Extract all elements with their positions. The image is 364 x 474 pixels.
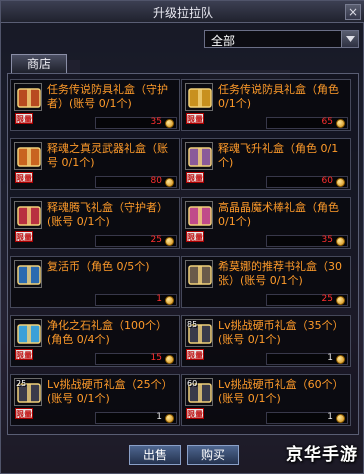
price-bar: 1 [266,412,348,424]
price-bar: 80 [95,176,177,188]
coin-icon [336,237,345,246]
window-title: 升级拉拉队 [152,6,213,20]
item-price: 25 [150,235,162,245]
item-icon [185,260,213,288]
item-price: 35 [321,235,333,245]
item-icon [14,83,42,111]
shop-item[interactable]: 60 限量 Lv挑战硬币礼盒（60个）(账号 0/1个) 1 [181,374,351,426]
item-price: 1 [156,412,162,422]
coin-icon [336,355,345,364]
coin-icon [165,237,174,246]
item-stack-count: 25 [16,379,27,388]
buy-button[interactable]: 购买 [187,445,239,465]
close-button[interactable]: × [345,4,361,20]
shop-item[interactable]: 限量 任务传说防具礼盒（角色 0/1个) 65 [181,79,351,131]
tab-shop[interactable]: 商店 [11,54,67,74]
item-icon [185,142,213,170]
limited-badge: 限量 [15,113,33,124]
limited-badge: 限量 [186,113,204,124]
coin-icon [165,414,174,423]
shop-item[interactable]: 希莫娜的推荐书礼盒（30张）(账号 0/1个) 25 [181,256,351,308]
item-price: 15 [150,353,162,363]
price-bar: 60 [266,176,348,188]
site-watermark: 京华手游 [286,445,358,465]
sell-button[interactable]: 出售 [129,445,181,465]
item-price: 1 [156,294,162,304]
item-name: Lv挑战硬币礼盒（35个）(账号 0/1个) [218,319,344,346]
price-bar: 35 [266,235,348,247]
price-bar: 25 [266,294,348,306]
chevron-down-icon[interactable] [341,31,358,47]
coin-icon [336,296,345,305]
item-name: 释魂飞升礼盒（角色 0/1个) [218,142,339,169]
item-icon [14,319,42,347]
item-icon [185,83,213,111]
title-bar[interactable]: 升级拉拉队 × [1,1,364,23]
limited-badge: 限量 [186,349,204,360]
coin-icon [336,178,345,187]
item-name: 希莫娜的推荐书礼盒（30张）(账号 0/1个) [218,260,342,287]
price-bar: 15 [95,353,177,365]
coin-icon [165,296,174,305]
item-price: 60 [321,176,333,186]
filter-selected-value: 全部 [211,34,236,48]
price-bar: 1 [95,294,177,306]
limited-badge: 限量 [15,408,33,419]
shop-item[interactable]: 限量 任务传说防具礼盒（守护者）(账号 0/1个) 35 [10,79,180,131]
limited-badge: 限量 [15,349,33,360]
item-name: 任务传说防具礼盒（角色 0/1个) [218,83,339,110]
shop-window: 升级拉拉队 × 全部 商店 限量 任务传说防具礼盒（守护者）(账号 0/1个) 35… [0,0,364,474]
limited-badge: 限量 [15,231,33,242]
item-name: 释魂腾飞礼盒（守护者）(账号 0/1个) [47,201,168,228]
item-price: 80 [150,176,162,186]
shop-item[interactable]: 限量 净化之石礼盒（100个）(角色 0/4个) 15 [10,315,180,367]
item-name: Lv挑战硬币礼盒（25个）(账号 0/1个) [47,378,173,405]
coin-icon [165,119,174,128]
item-price: 1 [327,412,333,422]
item-icon [185,201,213,229]
price-bar: 35 [95,117,177,129]
limited-badge: 限量 [186,172,204,183]
coin-icon [336,119,345,128]
limited-badge: 限量 [186,408,204,419]
limited-badge: 限量 [15,172,33,183]
item-icon: 25 [14,378,42,406]
item-name: 任务传说防具礼盒（守护者）(账号 0/1个) [47,83,168,110]
item-name: 高晶晶魔术棒礼盒（角色 0/1个) [218,201,339,228]
item-icon: 60 [185,378,213,406]
item-icon [14,142,42,170]
item-price: 25 [321,294,333,304]
item-icon [14,201,42,229]
shop-item[interactable]: 85 限量 Lv挑战硬币礼盒（35个）(账号 0/1个) 1 [181,315,351,367]
shop-item[interactable]: 限量 高晶晶魔术棒礼盒（角色 0/1个) 35 [181,197,351,249]
shop-item[interactable]: 25 限量 Lv挑战硬币礼盒（25个）(账号 0/1个) 1 [10,374,180,426]
shop-item[interactable]: 限量 释魂飞升礼盒（角色 0/1个) 60 [181,138,351,190]
shop-item[interactable]: 限量 释魂腾飞礼盒（守护者）(账号 0/1个) 25 [10,197,180,249]
item-stack-count: 60 [187,379,198,388]
item-stack-count: 85 [187,320,198,329]
price-bar: 1 [266,353,348,365]
shop-item[interactable]: 复活币（角色 0/5个) 1 [10,256,180,308]
coin-icon [165,355,174,364]
item-name: 净化之石礼盒（100个）(角色 0/4个) [47,319,167,346]
item-price: 35 [150,117,162,127]
item-name: Lv挑战硬币礼盒（60个）(账号 0/1个) [218,378,344,405]
category-filter-dropdown[interactable]: 全部 [204,30,359,48]
item-icon: 85 [185,319,213,347]
price-bar: 65 [266,117,348,129]
item-price: 1 [327,353,333,363]
coin-icon [165,178,174,187]
item-price: 65 [321,117,333,127]
price-bar: 1 [95,412,177,424]
limited-badge: 限量 [186,231,204,242]
shop-item[interactable]: 限量 释魂之真灵武器礼盒（账号 0/1个) 80 [10,138,180,190]
item-icon [14,260,42,288]
item-name: 释魂之真灵武器礼盒（账号 0/1个) [47,142,168,169]
item-name: 复活币（角色 0/5个) [47,260,150,273]
coin-icon [336,414,345,423]
price-bar: 25 [95,235,177,247]
